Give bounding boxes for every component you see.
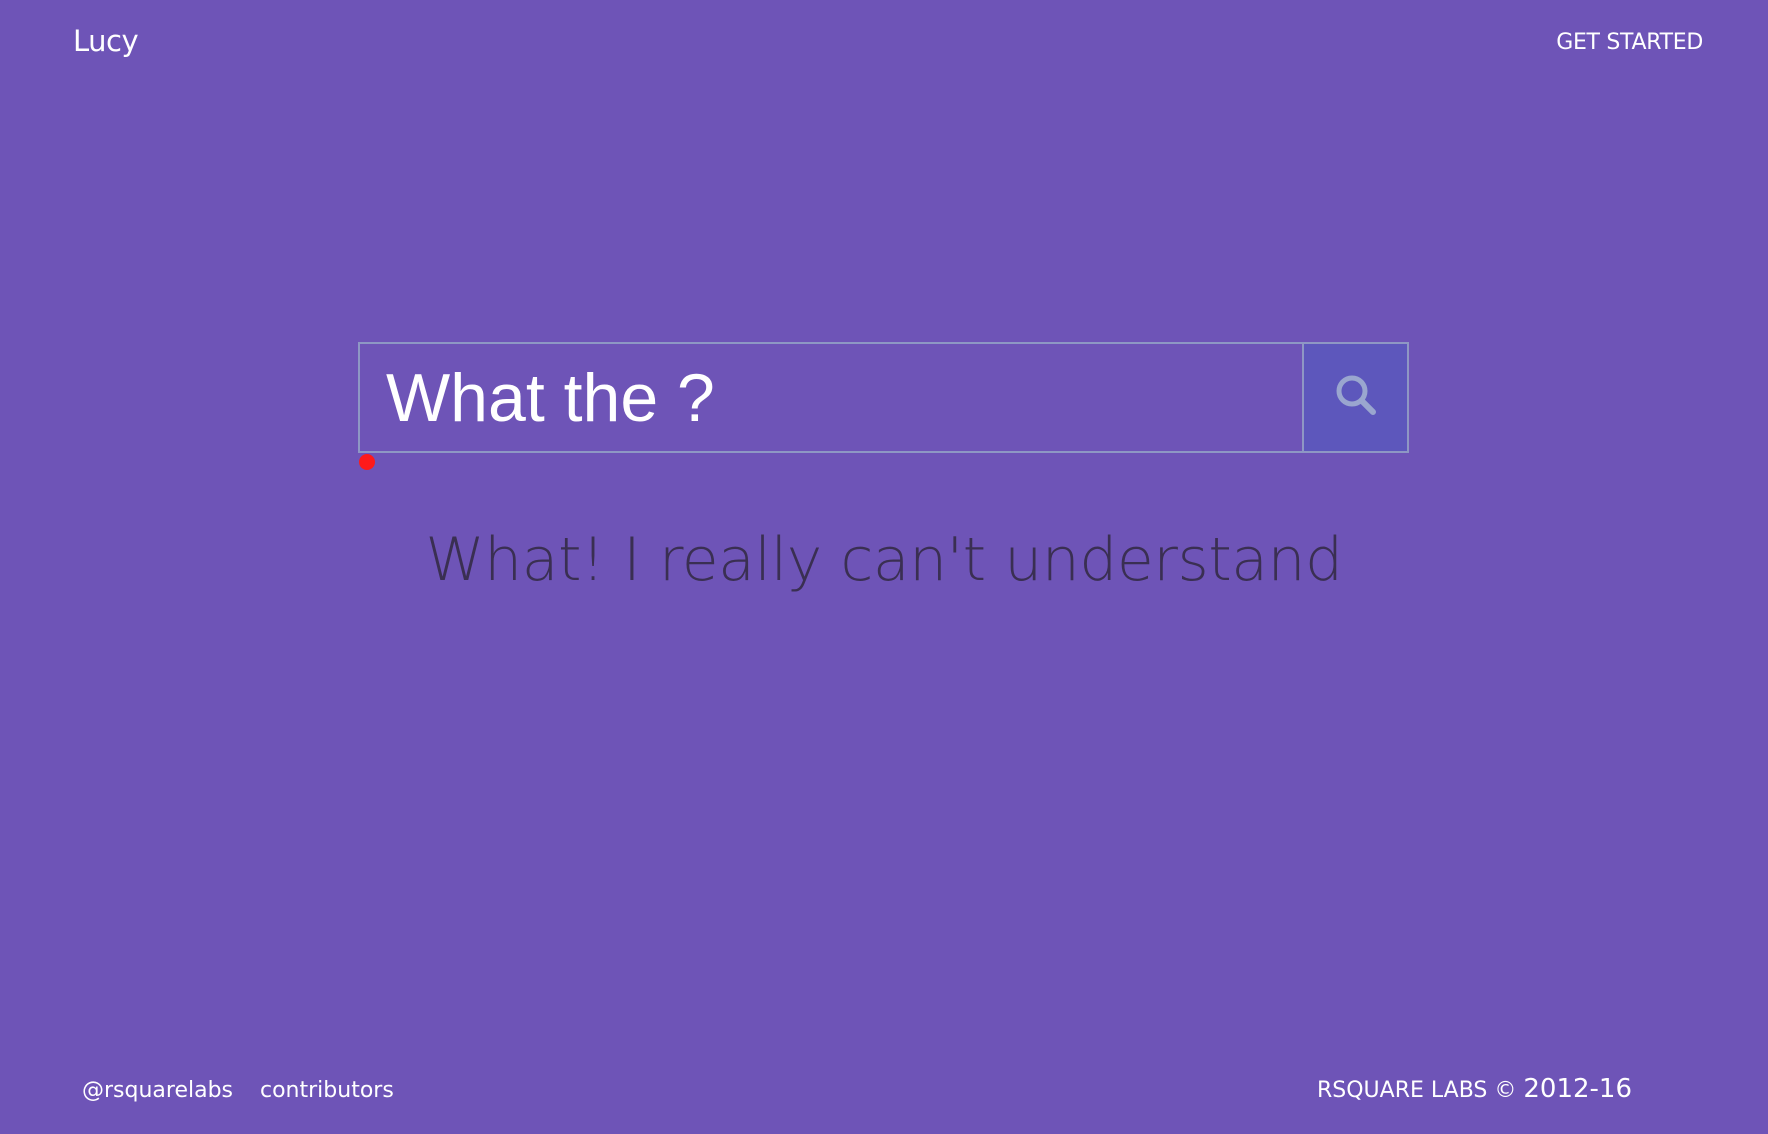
copyright-years: 2012-16 xyxy=(1523,1074,1632,1104)
search-button[interactable] xyxy=(1302,342,1409,453)
footer-contributors-link[interactable]: contributors xyxy=(260,1078,394,1103)
search-bar xyxy=(358,342,1409,453)
response-message: What! I really can't understand xyxy=(425,525,1343,595)
search-input[interactable] xyxy=(358,342,1302,453)
get-started-link[interactable]: GET STARTED xyxy=(1556,30,1703,55)
search-icon xyxy=(1333,372,1379,423)
copyright-org: RSQUARE LABS © xyxy=(1316,1078,1517,1103)
page: Lucy GET STARTED What! I really can't un… xyxy=(0,0,1768,1134)
footer-twitter-link[interactable]: @rsquarelabs xyxy=(82,1078,233,1103)
cursor-marker xyxy=(359,454,375,470)
brand-logo-link[interactable]: Lucy xyxy=(73,24,139,58)
copyright: RSQUARE LABS © 2012-16 xyxy=(1317,1074,1632,1104)
